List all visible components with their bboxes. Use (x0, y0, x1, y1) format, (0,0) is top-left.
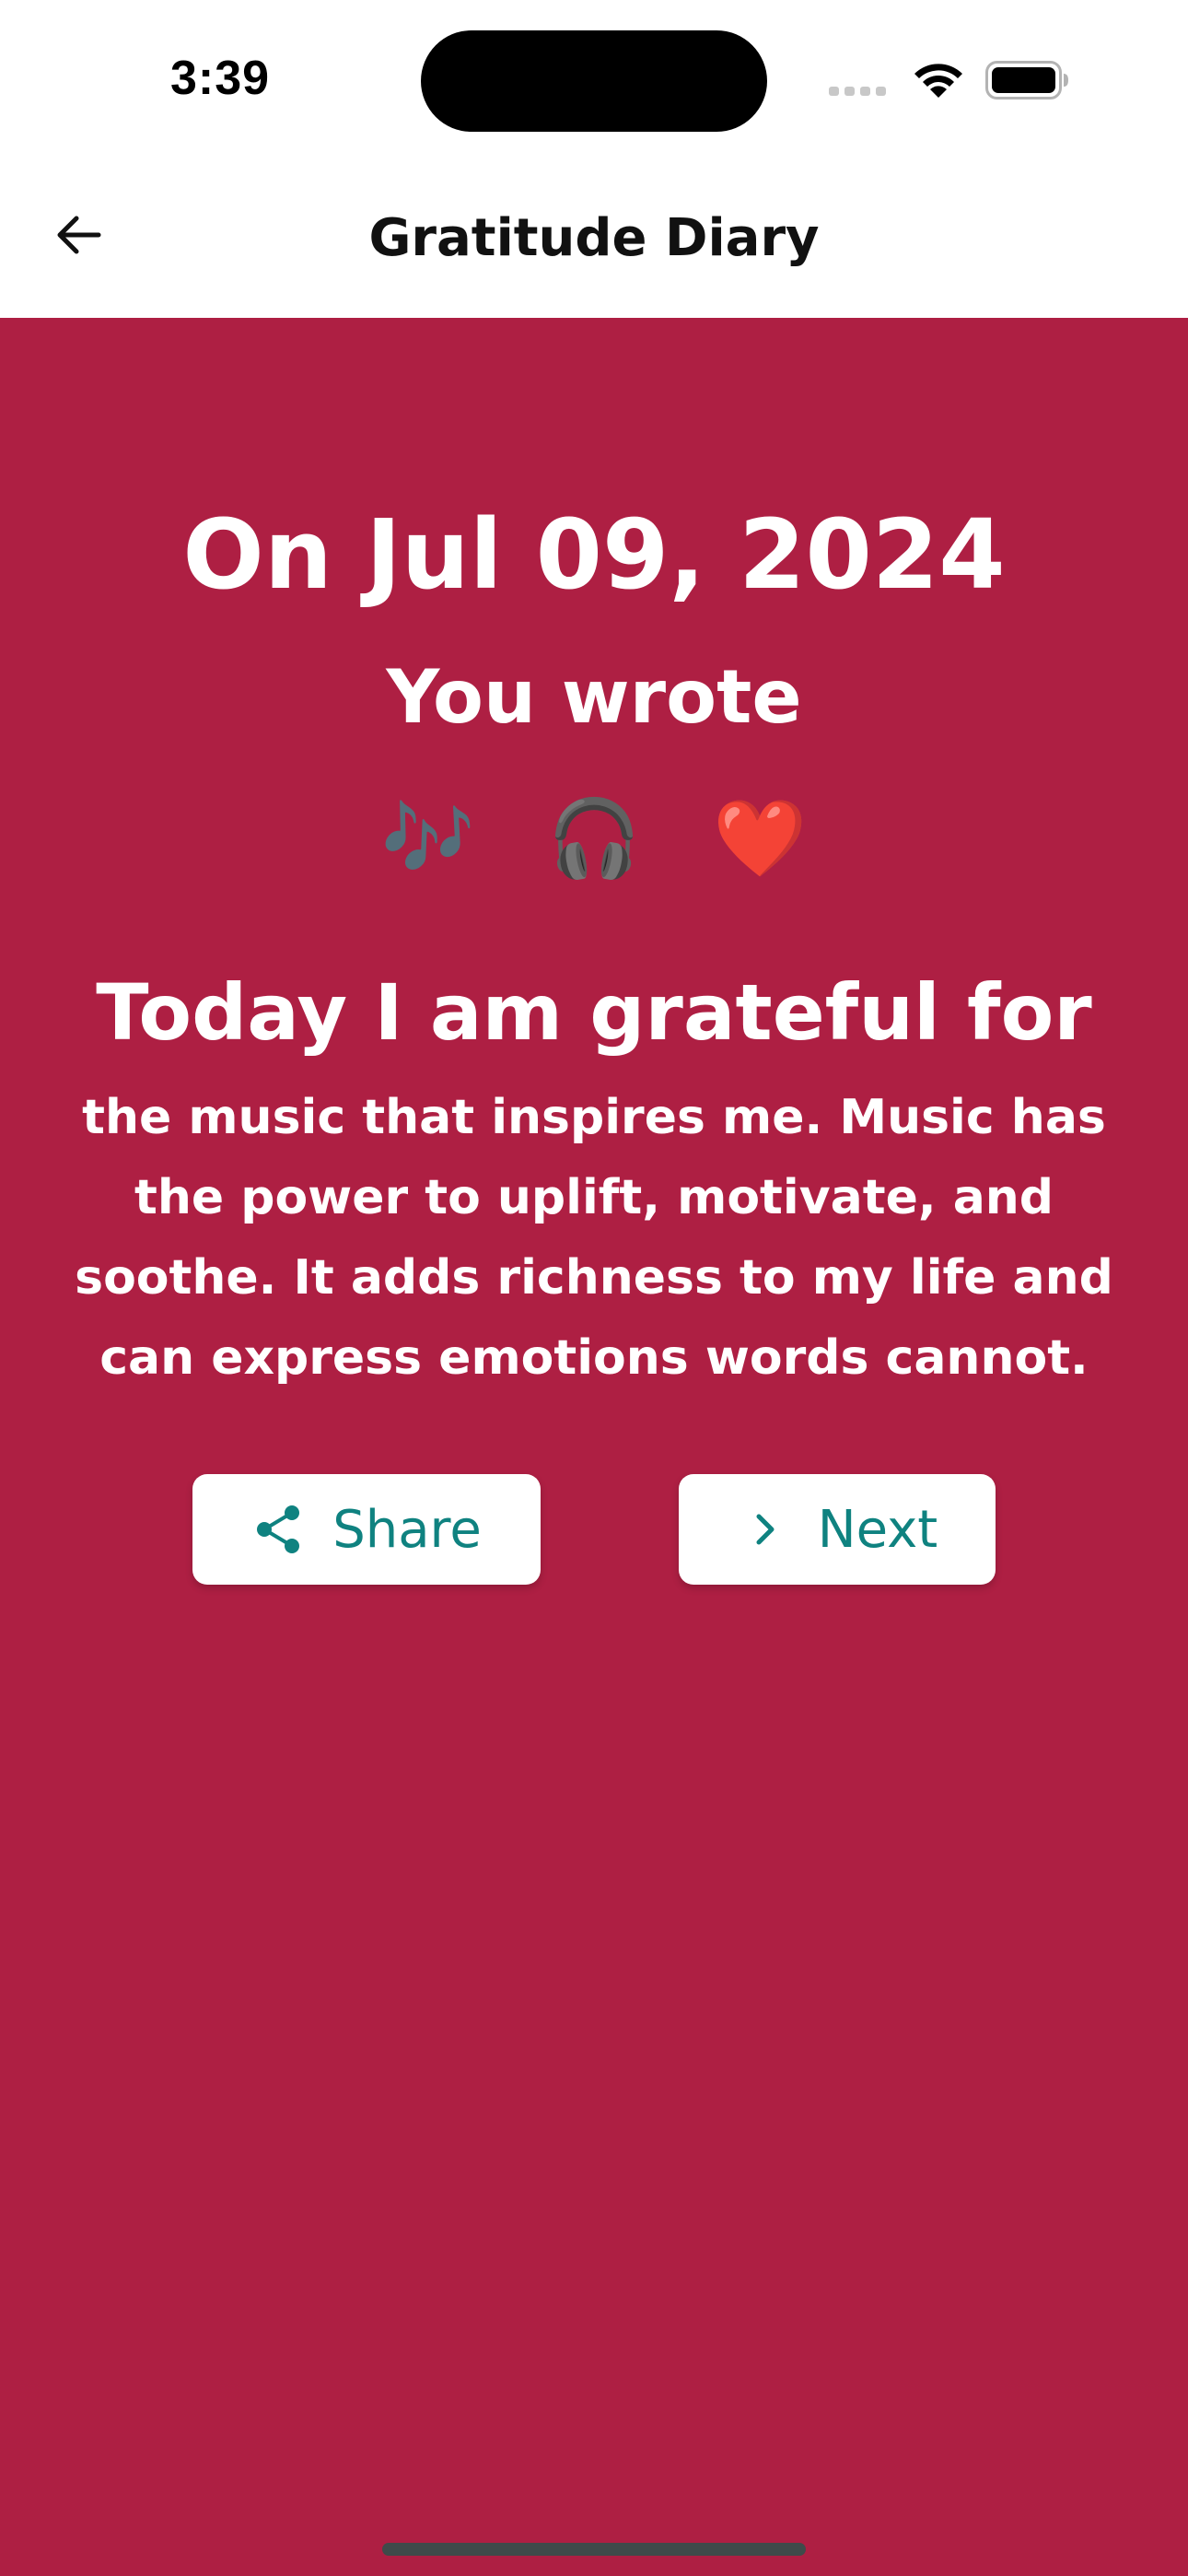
diary-entry-panel: On Jul 09, 2024 You wrote 🎶 🎧 ❤️ Today I… (0, 318, 1188, 2576)
share-icon (257, 1505, 300, 1553)
entry-subheading: You wrote (386, 654, 802, 740)
emoji-row: 🎶 🎧 ❤️ (0, 802, 1188, 877)
red-heart-emoji: ❤️ (713, 795, 808, 883)
headphones-emoji: 🎧 (546, 795, 642, 883)
wifi-icon (914, 64, 962, 98)
status-time: 3:39 (170, 52, 271, 105)
next-button-label: Next (817, 1499, 938, 1560)
next-button[interactable]: Next (679, 1474, 996, 1585)
share-button[interactable]: Share (192, 1474, 541, 1585)
share-button-label: Share (332, 1499, 482, 1560)
chevron-right-icon (756, 1514, 775, 1545)
cellular-signal-icon (829, 87, 886, 96)
musical-notes-emoji: 🎶 (380, 795, 475, 883)
app-bar: Gratitude Diary (0, 157, 1188, 318)
status-bar: 3:39 (0, 0, 1188, 157)
grateful-heading: Today I am grateful for (96, 967, 1092, 1058)
grateful-body: the music that inspires me. Music has th… (75, 1090, 1113, 1386)
battery-icon (985, 61, 1068, 100)
dynamic-island (421, 30, 767, 132)
status-icons (827, 53, 1085, 109)
entry-date-heading: On Jul 09, 2024 (182, 498, 1006, 611)
home-indicator[interactable] (382, 2543, 806, 2556)
page-title: Gratitude Diary (368, 208, 820, 268)
